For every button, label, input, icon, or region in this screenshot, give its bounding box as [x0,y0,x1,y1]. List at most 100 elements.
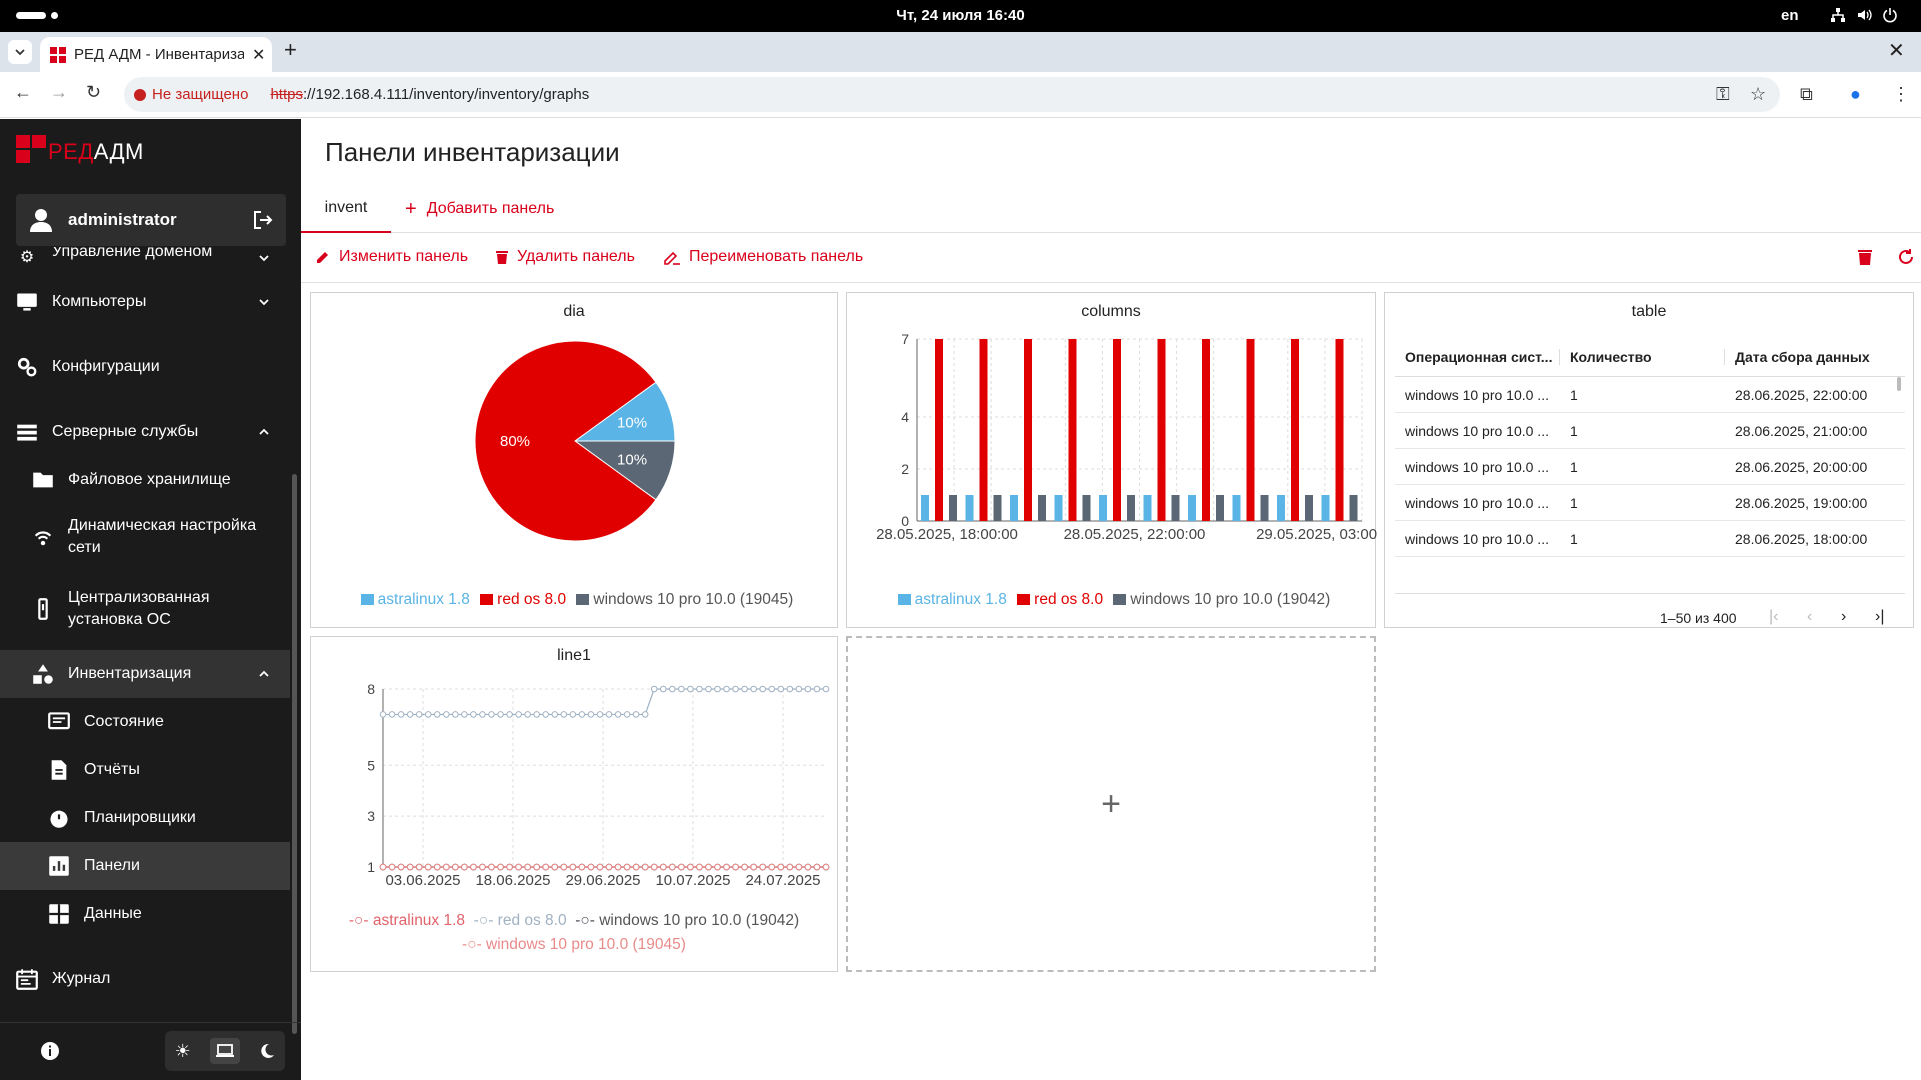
data-point [461,863,468,871]
legend-astralinux[interactable]: astralinux 1.8 [915,591,1007,608]
sidebar-item-computers[interactable]: Компьютеры [0,279,290,325]
table-row[interactable]: windows 10 pro 10.0 ... 1 28.06.2025, 20:0… [1395,449,1905,485]
system-tray[interactable] [1830,7,1898,23]
reload-icon[interactable]: ↻ [86,82,101,103]
delete-all-icon[interactable] [1857,248,1873,266]
panel-actions-bar: Изменить панель Удалить панель Переимено… [301,233,1921,283]
security-warning[interactable]: Не защищено [134,86,248,103]
table-row[interactable]: windows 10 pro 10.0 ... 1 28.06.2025, 19:0… [1395,485,1905,521]
dark-theme-icon[interactable] [259,1043,275,1059]
browser-menu-icon[interactable]: ⋮ [1892,84,1910,105]
sidebar-item-file-storage[interactable]: Файловое хранилище [0,457,290,503]
url-text[interactable]: https://192.168.4.111/inventory/inventor… [270,86,589,103]
sidebar-item-reports[interactable]: Отчёты [0,746,290,794]
logout-icon[interactable] [252,209,274,231]
panel-table[interactable]: table Операционная сист... Количество Да… [1384,292,1914,628]
legend-windows[interactable]: windows 10 pro 10.0 (19045) [593,591,793,608]
delete-panel-button[interactable]: Удалить панель [495,248,635,266]
folder-icon [33,472,53,488]
sidebar-item-os-install[interactable]: Централизованная установка ОС [0,577,290,641]
data-point [705,685,712,693]
sidebar-item-server-services[interactable]: Серверные службы [0,409,290,455]
last-page-icon[interactable]: ›| [1875,608,1884,626]
table-row[interactable]: windows 10 pro 10.0 ... 1 28.06.2025, 21:0… [1395,413,1905,449]
x-tick-label: 29.06.2025 [565,872,640,889]
window-close-icon[interactable]: ✕ [1888,38,1905,63]
first-page-icon[interactable]: |‹ [1769,608,1778,626]
legend-windows-19042[interactable]: windows 10 pro 10.0 (19042) [599,912,799,929]
legend-windows[interactable]: windows 10 pro 10.0 (19042) [1130,591,1330,608]
data-point [470,863,477,871]
keyboard-layout[interactable]: en [1781,7,1799,24]
close-tab-icon[interactable]: ✕ [252,45,265,65]
sidebar-item-panels[interactable]: Панели [0,842,290,890]
info-icon[interactable] [40,1041,60,1061]
bookmark-star-icon[interactable]: ☆ [1750,84,1766,105]
app-logo[interactable]: РЕДАДМ [16,135,144,163]
table-row[interactable]: windows 10 pro 10.0 ... 1 28.06.2025, 18:0… [1395,521,1905,557]
system-theme-icon[interactable] [210,1038,241,1064]
config-icon [17,357,37,377]
sidebar-item-inventory[interactable]: Инвентаризация [0,650,290,698]
tab-search-button[interactable] [8,40,32,64]
legend-redos[interactable]: red os 8.0 [498,912,567,929]
data-point [406,711,414,718]
table-scrollbar[interactable] [1897,377,1901,391]
data-point [687,685,694,693]
edit-panel-button[interactable]: Изменить панель [315,248,468,266]
legend-astralinux[interactable]: astralinux 1.8 [378,591,470,608]
extensions-icon[interactable]: ⧉ [1800,84,1813,105]
add-panel-placeholder[interactable]: + [846,636,1376,972]
sidebar-scrollbar[interactable] [292,474,297,1034]
sidebar-item-journal[interactable]: Журнал [0,955,290,1003]
prev-page-icon[interactable]: ‹ [1807,608,1812,626]
data-point [786,685,794,693]
data-point [397,711,405,718]
sidebar-item-configurations[interactable]: Конфигурации [0,344,290,390]
key-icon[interactable]: ⚿ [1716,84,1730,105]
add-panel-button[interactable]: + Добавить панель [405,185,554,233]
y-tick-label: 4 [901,409,909,425]
light-theme-icon[interactable]: ☀ [175,1041,191,1062]
address-bar[interactable]: Не защищено https://192.168.4.111/invent… [124,77,1780,112]
volume-icon [1858,9,1872,21]
sidebar-item-schedulers[interactable]: Планировщики [0,794,290,842]
browser-tab-active[interactable]: РЕД АДМ - Инвентаризация ✕ [40,37,272,72]
sidebar-item-data[interactable]: Данные [0,890,290,938]
sidebar-item-domain[interactable]: ⚙ Управление доменом [0,247,290,269]
new-tab-button[interactable]: + [284,37,297,63]
legend-windows-19045[interactable]: windows 10 pro 10.0 (19045) [486,936,686,953]
next-page-icon[interactable]: › [1841,608,1846,626]
legend-redos[interactable]: red os 8.0 [1034,591,1103,608]
data-point [804,863,812,871]
panel-dia[interactable]: dia 10% 10% 80% astralinux 1.8 red os 8.0 … [310,292,838,628]
panel-columns[interactable]: columns 0 2 4 7 28.05.2025, 18:00:00 28.05.20… [846,292,1377,628]
sidebar-item-dhcp[interactable]: Динамическая настройка сети [0,505,290,569]
data-point [452,863,459,871]
column-date[interactable]: Дата сбора данных [1725,349,1895,365]
forward-icon[interactable]: → [50,82,68,103]
data-point [741,685,748,693]
browser-toolbar: ← → ↻ Не защищено https://192.168.4.111/… [0,72,1921,118]
y-tick-label: 8 [367,681,375,697]
data-point [732,685,739,693]
data-point [623,863,631,871]
chevron-up-icon [259,428,269,435]
legend-astralinux[interactable]: astralinux 1.8 [373,912,465,929]
tab-invent[interactable]: invent [301,185,391,233]
rename-panel-button[interactable]: Переименовать панель [663,248,863,266]
panel-line1[interactable]: line1 1 3 5 8 03.06.2025 18.06.2025 29.06.2025… [310,636,838,972]
back-icon[interactable]: ← [14,82,32,103]
profile-icon[interactable]: ● [1850,84,1861,105]
data-point [659,685,667,693]
table-row[interactable]: windows 10 pro 10.0 ... 1 28.06.2025, 22:0… [1395,377,1905,413]
column-os[interactable]: Операционная сист... [1395,348,1560,365]
data-point [759,863,767,871]
column-count[interactable]: Количество [1560,348,1725,365]
data-point [488,863,495,871]
system-clock[interactable]: Чт, 24 июля 16:40 [0,7,1921,24]
sidebar-item-status[interactable]: Состояние [0,698,290,746]
refresh-icon[interactable] [1897,248,1915,266]
legend-redos[interactable]: red os 8.0 [497,591,566,608]
theme-switcher: ☀ [165,1031,285,1071]
